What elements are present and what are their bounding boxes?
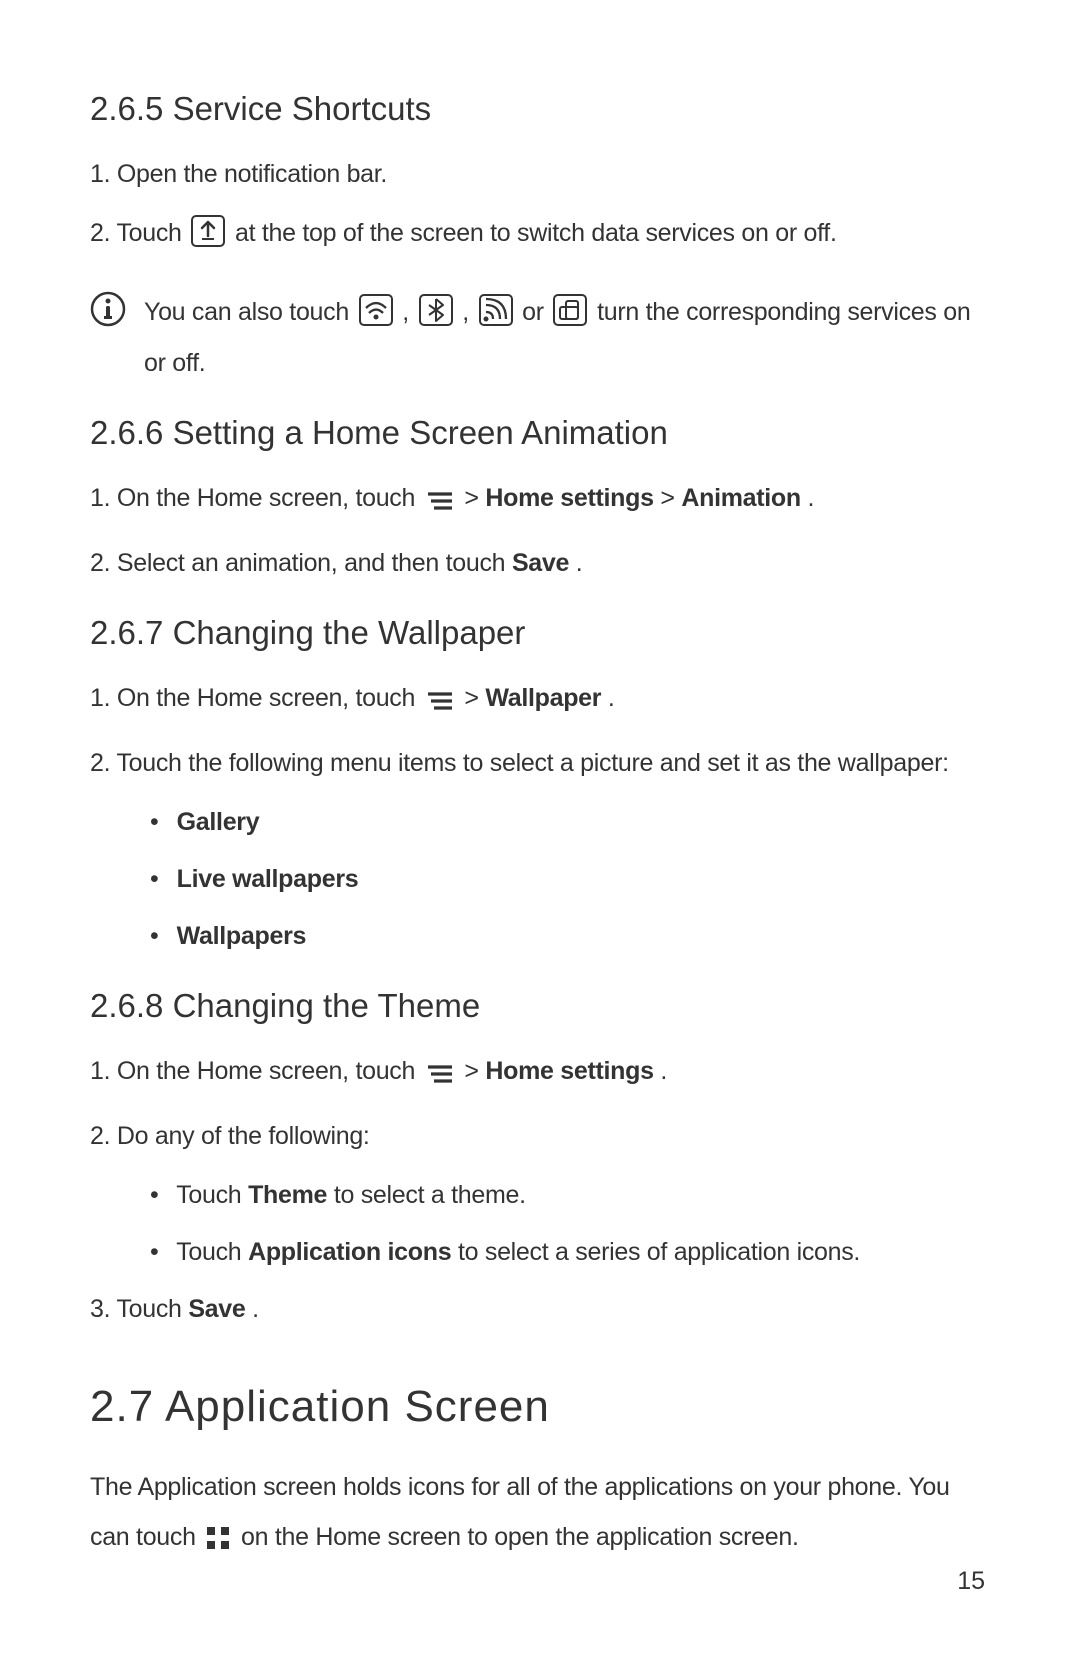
note-sep-1: ,: [402, 298, 415, 326]
note-text: You can also touch , ,: [144, 290, 990, 386]
s268-i3a: 3. Touch: [90, 1295, 188, 1323]
sub-theme-a3: to select a theme.: [334, 1181, 526, 1209]
save-bold: Save: [512, 549, 569, 577]
s267-i1d: .: [608, 684, 615, 712]
heading-268: 2.6.8 Changing the Theme: [90, 987, 990, 1025]
section-268: 2.6.8 Changing the Theme 1. On the Home …: [90, 987, 990, 1332]
home-settings-bold: Home settings: [485, 484, 653, 512]
s268-i1b: >: [464, 1057, 485, 1085]
sub-wallpapers: • Wallpapers: [150, 914, 990, 959]
animation-bold: Animation: [681, 484, 801, 512]
s266-i2c: .: [576, 549, 583, 577]
auto-rotate-icon: [553, 294, 587, 341]
heading-27: 2.7 Application Screen: [90, 1382, 990, 1432]
bullet-icon: •: [150, 800, 170, 845]
s268-step-2: 2. Do any of the following:: [90, 1114, 990, 1159]
s268-sublist: • Touch Theme to select a theme. • Touch…: [90, 1173, 990, 1275]
heading-266: 2.6.6 Setting a Home Screen Animation: [90, 414, 990, 452]
sub-appicons: • Touch Application icons to select a se…: [150, 1230, 990, 1275]
sub-appicons-b3: to select a series of application icons.: [458, 1238, 860, 1266]
heading-267: 2.6.7 Changing the Wallpaper: [90, 614, 990, 652]
section-267: 2.6.7 Changing the Wallpaper 1. On the H…: [90, 614, 990, 959]
section-27: 2.7 Application Screen The Application s…: [90, 1382, 990, 1568]
bluetooth-icon: [419, 294, 453, 341]
document-page: 2.6.5 Service Shortcuts 1. Open the noti…: [0, 0, 1080, 1656]
s27-p1b: on the Home screen to open the applicati…: [241, 1523, 799, 1551]
live-wallpapers-bold: Live wallpapers: [177, 865, 359, 893]
sub-live-wallpapers: • Live wallpapers: [150, 857, 990, 902]
note-info-icon: [90, 291, 126, 332]
menu-icon: [425, 1055, 455, 1100]
s267-sublist: • Gallery • Live wallpapers • Wallpapers: [90, 800, 990, 959]
save-bold-2: Save: [188, 1295, 245, 1323]
s268-i1d: .: [660, 1057, 667, 1085]
wallpaper-bold: Wallpaper: [485, 684, 601, 712]
s268-step-3: 3. Touch Save .: [90, 1287, 990, 1332]
wifi-icon: [359, 294, 393, 341]
s268-i1a: 1. On the Home screen, touch: [90, 1057, 422, 1085]
step-2: 2. Touch at the top of the screen to swi…: [90, 211, 990, 262]
page-number: 15: [957, 1567, 985, 1596]
bullet-icon: •: [150, 1173, 170, 1218]
s266-step-1: 1. On the Home screen, touch > Home sett…: [90, 476, 990, 527]
wallpapers-bold: Wallpapers: [177, 922, 306, 950]
s266-i1d: >: [660, 484, 681, 512]
note-sep-2: ,: [462, 298, 475, 326]
s266-step-2: 2. Select an animation, and then touch S…: [90, 541, 990, 586]
s267-i1a: 1. On the Home screen, touch: [90, 684, 422, 712]
data-toggle-icon: [191, 215, 225, 262]
s266-i1a: 1. On the Home screen, touch: [90, 484, 422, 512]
sub-theme: • Touch Theme to select a theme.: [150, 1173, 990, 1218]
bullet-icon: •: [150, 857, 170, 902]
menu-icon: [425, 682, 455, 727]
application-icons-bold: Application icons: [248, 1238, 451, 1266]
sub-gallery: • Gallery: [150, 800, 990, 845]
sub-theme-a1: Touch: [176, 1181, 248, 1209]
s266-i2a: 2. Select an animation, and then touch: [90, 549, 512, 577]
bullet-icon: •: [150, 1230, 170, 1275]
s266-i1f: .: [808, 484, 815, 512]
s268-i3c: .: [252, 1295, 259, 1323]
note-block: You can also touch , ,: [90, 290, 990, 386]
gps-icon: [479, 294, 513, 341]
heading-265: 2.6.5 Service Shortcuts: [90, 90, 990, 128]
s266-i1b: >: [464, 484, 485, 512]
app-grid-icon: [205, 1518, 231, 1568]
section-266: 2.6.6 Setting a Home Screen Animation 1.…: [90, 414, 990, 586]
s27-paragraph: The Application screen holds icons for a…: [90, 1462, 990, 1568]
s268-step-1: 1. On the Home screen, touch > Home sett…: [90, 1049, 990, 1100]
home-settings-bold-2: Home settings: [485, 1057, 653, 1085]
s267-step-1: 1. On the Home screen, touch > Wallpaper…: [90, 676, 990, 727]
sub-appicons-b1: Touch: [176, 1238, 248, 1266]
step-2-pre: 2. Touch: [90, 219, 188, 247]
note-sep-3: or: [522, 298, 550, 326]
s267-step-2: 2. Touch the following menu items to sel…: [90, 741, 990, 786]
gallery-bold: Gallery: [177, 808, 260, 836]
s267-i1b: >: [464, 684, 485, 712]
theme-bold: Theme: [248, 1181, 327, 1209]
step-2-post: at the top of the screen to switch data …: [235, 219, 837, 247]
section-265: 2.6.5 Service Shortcuts 1. Open the noti…: [90, 90, 990, 386]
step-1: 1. Open the notification bar.: [90, 152, 990, 197]
note-part-a: You can also touch: [144, 298, 356, 326]
menu-icon: [425, 482, 455, 527]
bullet-icon: •: [150, 914, 170, 959]
